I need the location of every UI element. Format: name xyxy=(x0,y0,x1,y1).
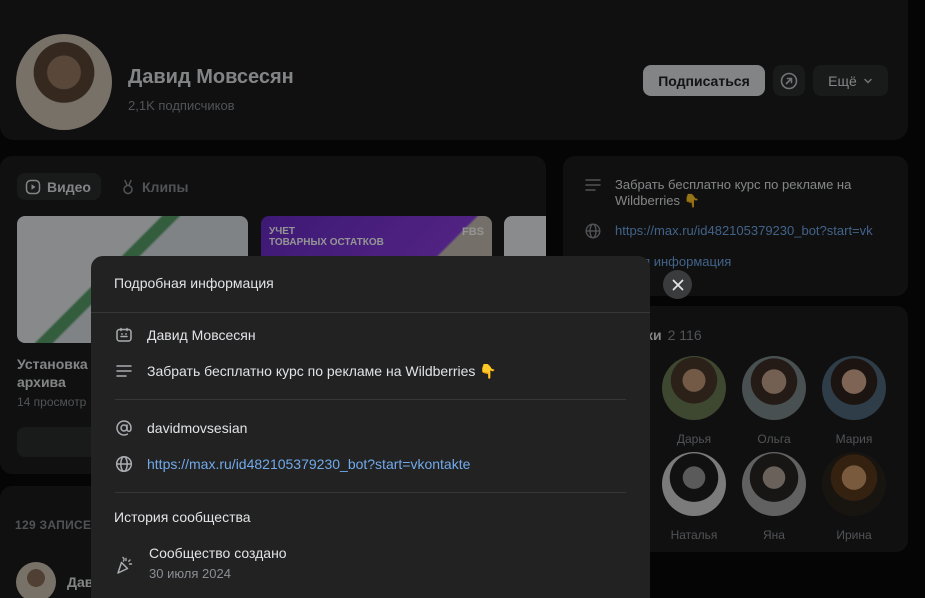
modal-name-row: Давид Мовсесян xyxy=(115,326,256,344)
modal-description: Забрать бесплатно курс по рекламе на Wil… xyxy=(147,362,497,379)
party-popper-icon xyxy=(115,555,133,574)
modal-username-row: davidmovsesian xyxy=(115,419,247,437)
modal-link-row[interactable]: https://max.ru/id482105379230_bot?start=… xyxy=(115,455,470,473)
modal-community-name: Давид Мовсесян xyxy=(147,327,256,343)
divider xyxy=(91,312,650,313)
divider xyxy=(115,399,626,400)
modal-title: Подробная информация xyxy=(114,275,274,291)
close-button[interactable] xyxy=(663,270,692,299)
divider xyxy=(115,492,626,493)
history-item: Сообщество создано 30 июля 2024 xyxy=(115,545,287,581)
history-event: Сообщество создано xyxy=(149,545,287,561)
modal-description-row: Забрать бесплатно курс по рекламе на Wil… xyxy=(115,362,497,380)
lines-icon xyxy=(115,362,133,380)
history-title: История сообщества xyxy=(114,509,251,525)
modal-link[interactable]: https://max.ru/id482105379230_bot?start=… xyxy=(147,456,470,472)
history-date: 30 июля 2024 xyxy=(149,566,231,581)
details-modal: Подробная информация Давид Мовсесян Забр… xyxy=(91,256,650,598)
id-card-icon xyxy=(115,326,133,344)
modal-username[interactable]: davidmovsesian xyxy=(147,420,247,436)
globe-icon xyxy=(115,455,133,473)
at-sign-icon xyxy=(115,419,133,437)
close-icon xyxy=(672,279,683,290)
